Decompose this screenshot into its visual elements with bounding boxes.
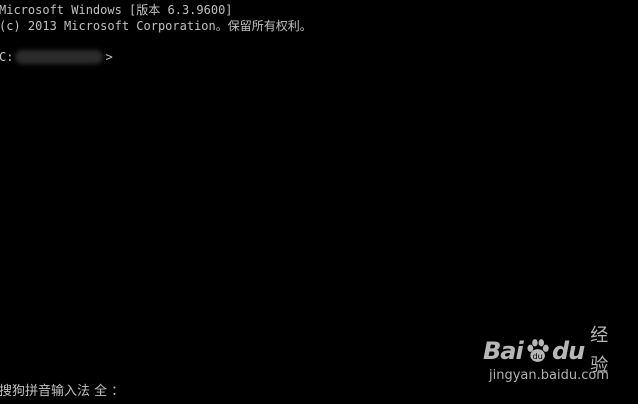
prompt-caret: > (105, 50, 113, 64)
copyright-line: (c) 2013 Microsoft Corporation。保留所有权利。 (0, 19, 312, 33)
svg-text:du: du (532, 351, 542, 361)
command-prompt[interactable]: C: > (0, 49, 113, 65)
watermark-brand-left: Bai (483, 337, 524, 365)
paw-icon: du (527, 339, 549, 362)
watermark-brand-right: du (552, 337, 585, 365)
prompt-drive: C: (0, 50, 14, 64)
redacted-path (15, 50, 104, 64)
ime-status-bar: 搜狗拼音输入法 全 ： (0, 384, 125, 399)
version-line: Microsoft Windows [版本 6.3.9600] (0, 3, 233, 17)
baidu-jingyan-watermark: Bai du du 经验 jingyan.baidu.com (483, 325, 623, 392)
watermark-url: jingyan.baidu.com (489, 368, 609, 383)
console-window[interactable]: Microsoft Windows [版本 6.3.9600] (c) 2013… (0, 0, 638, 404)
